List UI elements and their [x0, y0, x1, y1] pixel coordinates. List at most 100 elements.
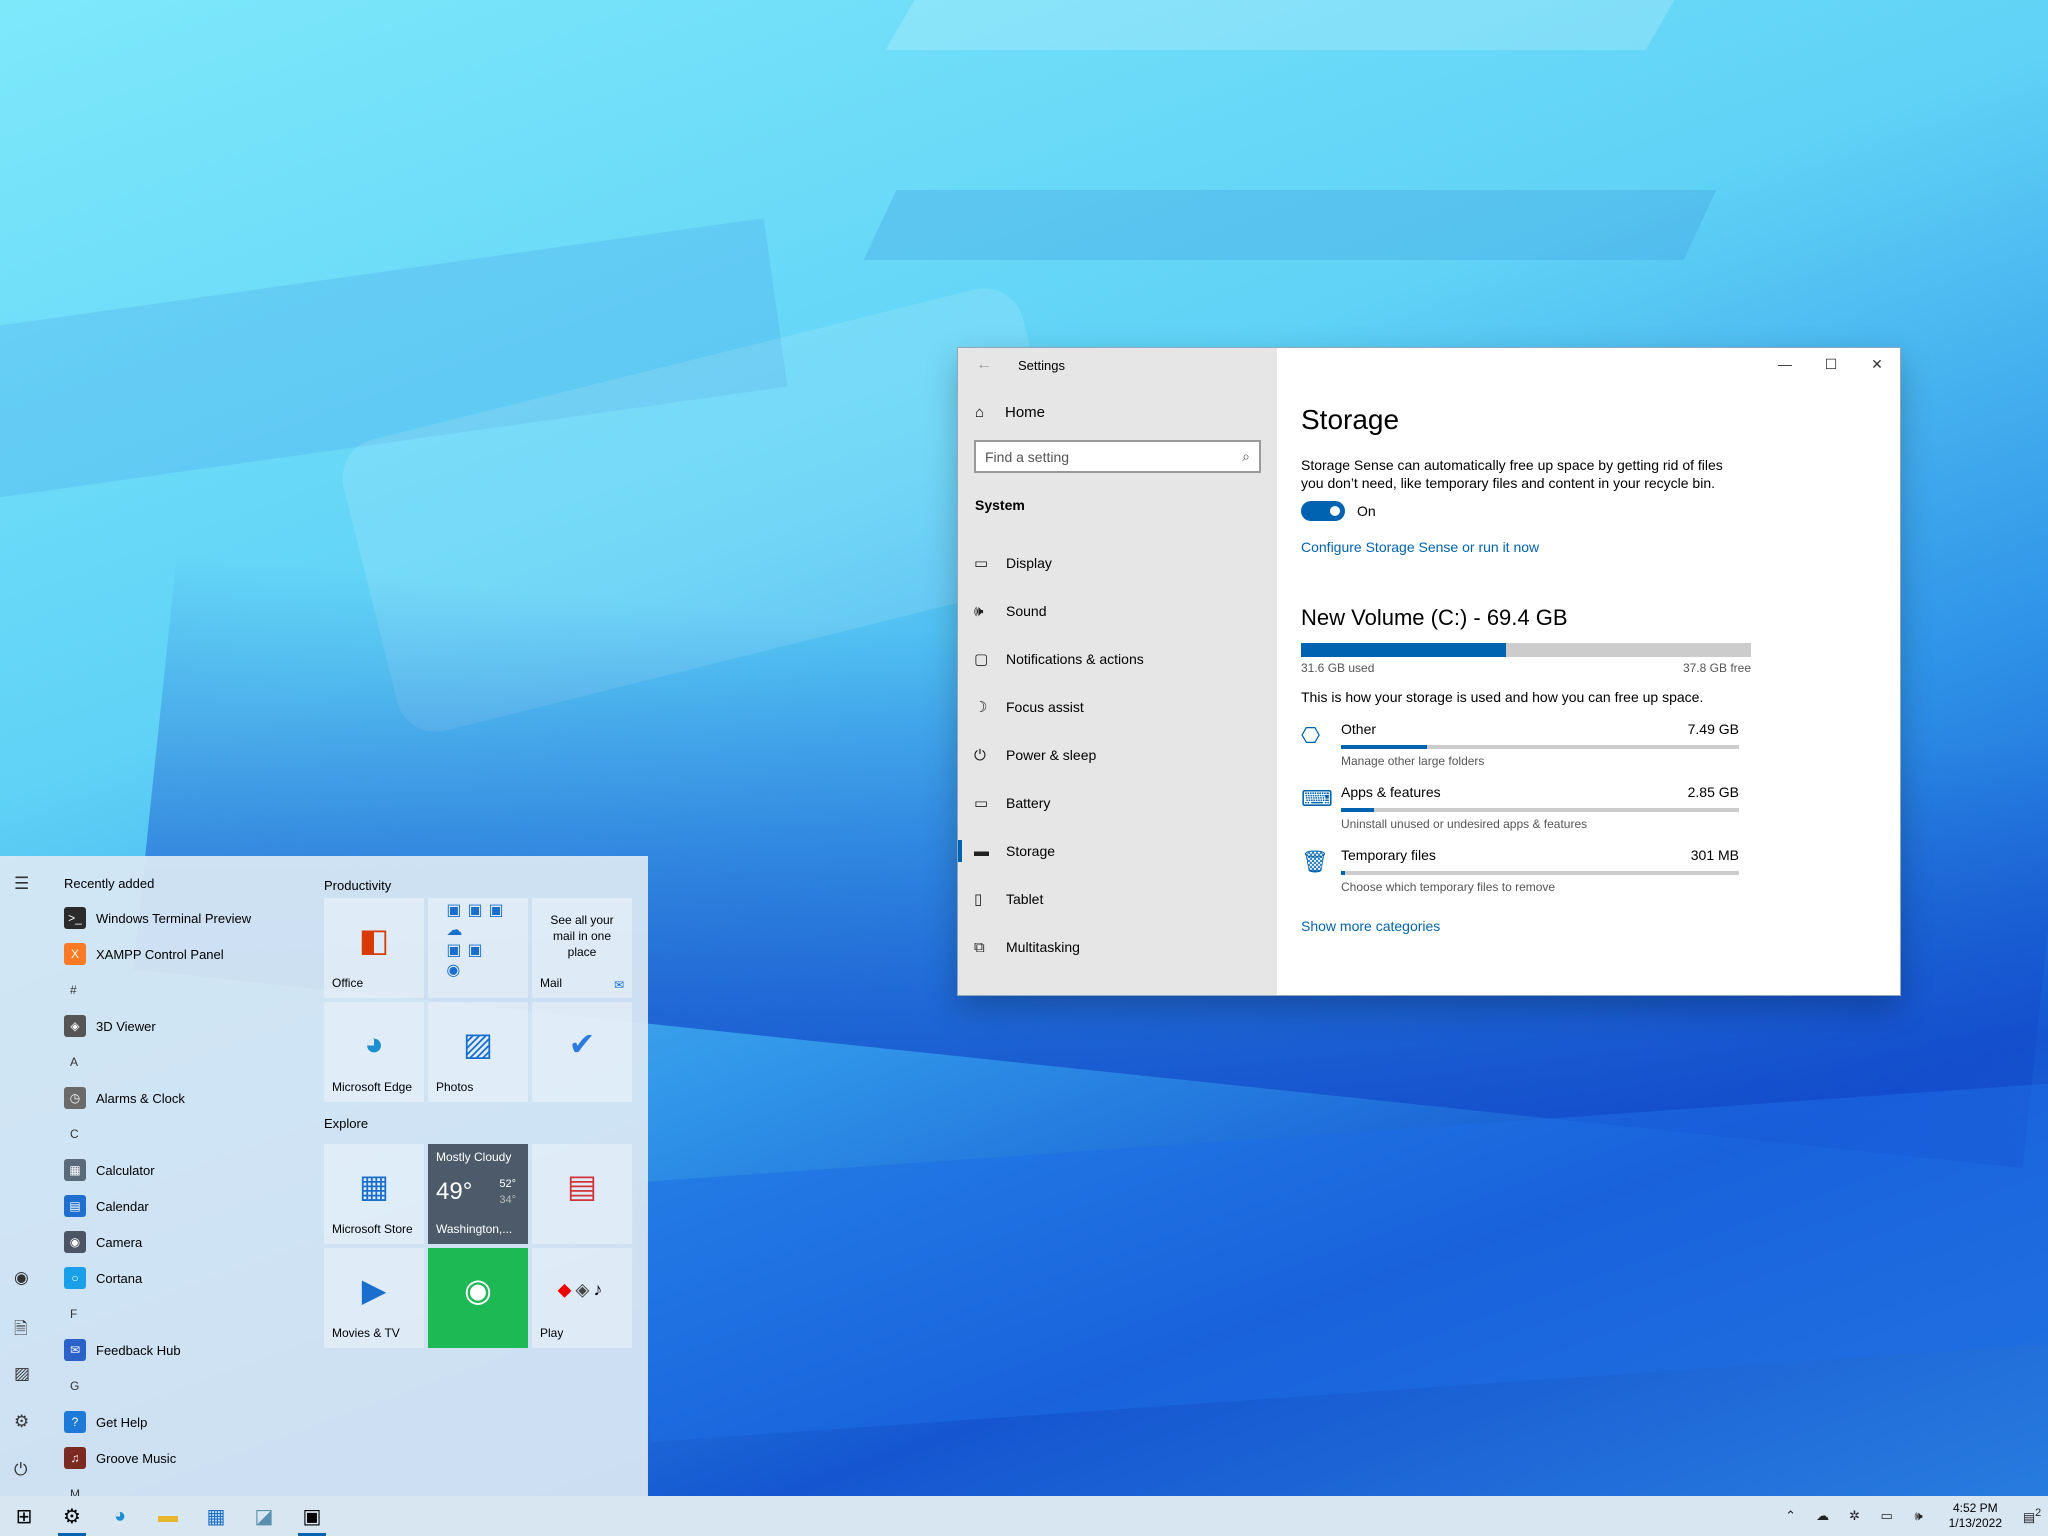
title-bar: ← Settings — [958, 348, 1277, 382]
app-list-letter[interactable]: # — [48, 972, 318, 1008]
home-link[interactable]: ⌂ Home — [958, 388, 1277, 436]
clock[interactable]: 4:52 PM 1/13/2022 — [1935, 1501, 2016, 1531]
group-explore: Explore — [324, 1116, 369, 1131]
onedrive-icon[interactable]: ☁ — [1807, 1508, 1839, 1524]
tile-office[interactable]: ◧ Office — [324, 898, 424, 998]
category-temporary-files[interactable]: 🗑 Temporary files 301 MB Choose which tem… — [1301, 847, 1900, 894]
documents-icon[interactable]: 🗎 — [14, 1316, 28, 1345]
nav-tablet[interactable]: ▯ Tablet — [958, 875, 1277, 923]
nav-multitasking[interactable]: ⧉ Multitasking — [958, 923, 1277, 971]
network-icon[interactable]: ▭ — [1871, 1508, 1903, 1524]
nav-battery[interactable]: ▭ Battery — [958, 779, 1277, 827]
tile-microsoft-edge[interactable]: ◕ Microsoft Edge — [324, 1002, 424, 1102]
moon-icon: ☽ — [974, 699, 988, 716]
page-title: Storage — [1301, 404, 1400, 435]
app-name: Groove Music — [96, 1450, 177, 1466]
section-heading: System — [975, 497, 1025, 513]
action-center-icon[interactable]: ▤2 — [2016, 1507, 2048, 1525]
app-list-item[interactable]: ◷ Alarms & Clock — [48, 1080, 318, 1116]
category-subtitle: Uninstall unused or undesired apps & fea… — [1341, 817, 1588, 831]
app-list-item[interactable]: ○ Cortana — [48, 1260, 318, 1296]
taskbar-settings[interactable]: ⚙ — [48, 1496, 96, 1536]
movies-icon: ▶ — [361, 1272, 387, 1308]
tile-label: Movies & TV — [332, 1326, 400, 1340]
toggle-state-label: On — [1357, 503, 1376, 519]
windows-logo-icon: ⊞ — [15, 1505, 33, 1528]
app-list-item[interactable]: ▤ Calendar — [48, 1188, 318, 1224]
taskbar-file-explorer[interactable]: ▬ — [144, 1496, 192, 1536]
nav-storage[interactable]: ▬ Storage — [958, 827, 1277, 875]
app-list-item[interactable]: >_ Windows Terminal Preview — [48, 900, 318, 936]
tile-spotify[interactable]: ◉ — [428, 1248, 528, 1348]
storage-sense-toggle[interactable] — [1301, 501, 1345, 521]
storage-sense-description: Storage Sense can automatically free up … — [1301, 457, 1723, 491]
app-name: Calendar — [96, 1198, 149, 1214]
app-list-item[interactable]: ♫ Groove Music — [48, 1440, 318, 1476]
taskbar-store[interactable]: ▦ — [192, 1496, 240, 1536]
games-icon: ◆◈♪ — [557, 1279, 607, 1300]
app-list-item[interactable]: ✉ Feedback Hub — [48, 1332, 318, 1368]
photos-icon: ▨ — [462, 1026, 494, 1062]
nav-power-sleep[interactable]: ⏻ Power & sleep — [958, 731, 1277, 779]
input-icon[interactable]: ✲ — [1839, 1508, 1871, 1524]
category-size: 7.49 GB — [1687, 721, 1739, 737]
category-subtitle: Choose which temporary files to remove — [1341, 880, 1556, 894]
app-list-item[interactable]: ? Get Help — [48, 1404, 318, 1440]
category-other[interactable]: ⎔ Other 7.49 GB Manage other large folder… — [1301, 721, 1900, 768]
tile-weather[interactable]: Mostly Cloudy 49° 52° 34° Washington,... — [428, 1144, 528, 1244]
taskbar-terminal[interactable]: ▣ — [288, 1496, 336, 1536]
tile-photos[interactable]: ▨ Photos — [428, 1002, 528, 1102]
settings-window: ← Settings ⌂ Home Find a setting ⌕ Syste… — [958, 348, 1900, 995]
find-setting-input[interactable]: Find a setting ⌕ — [974, 440, 1261, 473]
tile-label: Office — [332, 976, 364, 990]
back-arrow-icon[interactable]: ← — [976, 356, 1018, 374]
news-icon: ▤ — [566, 1168, 598, 1204]
tablet-icon: ▯ — [974, 891, 983, 908]
tile-news[interactable]: ▤ — [532, 1144, 632, 1244]
close-button[interactable]: ✕ — [1854, 348, 1900, 380]
show-more-categories-link[interactable]: Show more categories — [1301, 918, 1900, 934]
maximize-button[interactable]: ☐ — [1808, 348, 1854, 380]
configure-storage-sense-link[interactable]: Configure Storage Sense or run it now — [1301, 539, 1900, 555]
app-list-letter[interactable]: G — [48, 1368, 318, 1404]
volume-usage-fill — [1301, 643, 1506, 657]
category-name: Temporary files — [1341, 847, 1436, 863]
user-avatar-icon[interactable]: ◉ — [14, 1268, 29, 1288]
category-bar-fill — [1341, 871, 1345, 875]
app-name: Calculator — [96, 1162, 155, 1178]
chevron-up-icon[interactable]: ⌃ — [1775, 1508, 1807, 1524]
app-list-item[interactable]: ▦ Calculator — [48, 1152, 318, 1188]
volume-icon[interactable]: 🕪 — [1903, 1508, 1935, 1524]
tile-todo[interactable]: ✔ — [532, 1002, 632, 1102]
app-list-item[interactable]: ◉ Camera — [48, 1224, 318, 1260]
app-list-letter[interactable]: A — [48, 1044, 318, 1080]
start-button[interactable]: ⊞ — [0, 1496, 48, 1536]
nav-notifications[interactable]: ▢ Notifications & actions — [958, 635, 1277, 683]
tile-mail[interactable]: See all your mail in one place Mail ✉ — [532, 898, 632, 998]
settings-gear-icon[interactable]: ⚙ — [14, 1412, 29, 1432]
tile-play-folder[interactable]: ◆◈♪ Play — [532, 1248, 632, 1348]
app-list-item[interactable]: ◈ 3D Viewer — [48, 1008, 318, 1044]
power-icon[interactable]: ⏻ — [14, 1460, 27, 1480]
taskbar-app[interactable]: ◪ — [240, 1496, 288, 1536]
app-list-letter[interactable]: F — [48, 1296, 318, 1332]
hamburger-icon[interactable]: ☰ — [14, 874, 29, 894]
nav-focus-assist[interactable]: ☽ Focus assist — [958, 683, 1277, 731]
weather-condition: Mostly Cloudy — [436, 1150, 512, 1164]
tile-office-apps-folder[interactable]: ▣▣▣ ☁▣▣ ◉ — [428, 898, 528, 998]
app-name: Get Help — [96, 1414, 148, 1430]
app-list-item[interactable]: X XAMPP Control Panel — [48, 936, 318, 972]
taskbar-edge[interactable]: ◕ — [96, 1496, 144, 1536]
pictures-icon[interactable]: ▨ — [14, 1364, 30, 1384]
tile-movies-tv[interactable]: ▶ Movies & TV — [324, 1248, 424, 1348]
app-icon: ○ — [64, 1267, 86, 1289]
tile-microsoft-store[interactable]: ▦ Microsoft Store — [324, 1144, 424, 1244]
battery-icon: ▭ — [974, 795, 989, 812]
nav-display[interactable]: ▭ Display — [958, 539, 1277, 587]
category-size: 2.85 GB — [1687, 784, 1739, 800]
app-list-letter[interactable]: C — [48, 1116, 318, 1152]
minimize-button[interactable]: — — [1762, 348, 1808, 380]
nav-sound[interactable]: 🕪 Sound — [958, 587, 1277, 635]
tile-label: Microsoft Store — [332, 1222, 413, 1236]
category-apps-features[interactable]: ⌨ Apps & features 2.85 GB Uninstall unuse… — [1301, 784, 1900, 831]
